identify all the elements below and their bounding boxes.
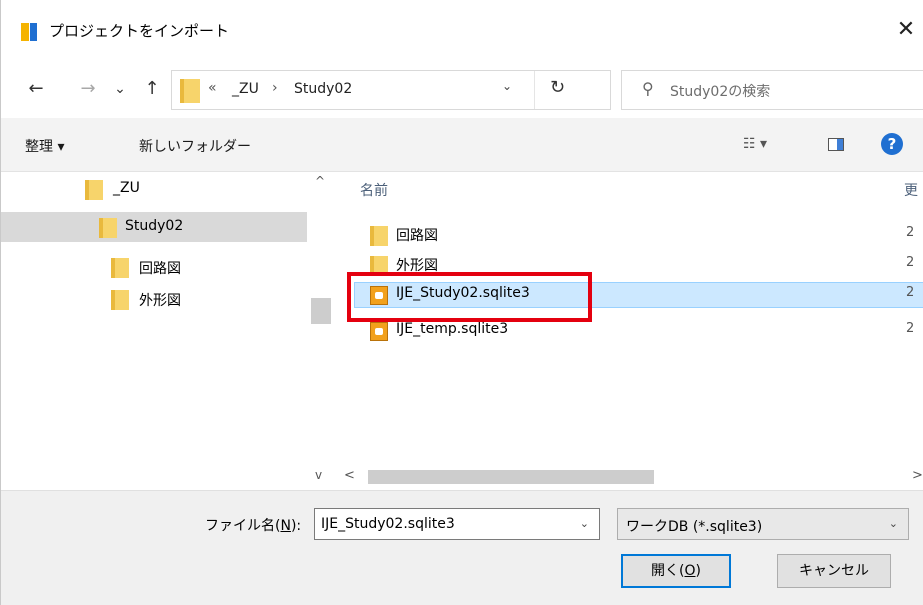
up-button[interactable]: ↑	[139, 76, 165, 102]
file-date: 2	[906, 285, 915, 300]
new-folder-button[interactable]: 新しいフォルダー	[139, 136, 251, 156]
file-date: 2	[906, 321, 915, 336]
file-row[interactable]: 回路図 2	[354, 222, 923, 248]
database-file-icon	[370, 322, 388, 341]
chevron-down-icon[interactable]: ⌄	[889, 517, 898, 530]
search-icon: ⚲	[642, 79, 654, 98]
title-bar: プロジェクトをインポート ✕	[1, 0, 923, 62]
tree-item-label: 外形図	[139, 293, 181, 309]
tree-item-outline[interactable]: 外形図	[1, 284, 307, 314]
navigation-pane: _ZU Study02 回路図 外形図 ^ v	[1, 172, 335, 490]
tree-item-label: Study02	[125, 218, 184, 234]
filetype-select[interactable]: ワークDB (*.sqlite3) ⌄	[617, 508, 909, 540]
folder-icon	[85, 180, 103, 200]
folder-icon	[111, 290, 129, 310]
file-date: 2	[906, 225, 915, 240]
horizontal-scrollbar[interactable]: < >	[336, 464, 923, 490]
tree-item-circuit[interactable]: 回路図	[1, 252, 307, 282]
filename-label: ファイル名(N):	[205, 518, 302, 534]
refresh-icon[interactable]: ↻	[550, 77, 565, 98]
breadcrumb-overflow[interactable]: «	[208, 80, 217, 96]
folder-icon	[99, 218, 117, 238]
close-button[interactable]: ✕	[892, 14, 920, 46]
file-name: IJE_temp.sqlite3	[396, 321, 509, 337]
scroll-right-icon[interactable]: >	[912, 468, 923, 483]
file-name: 回路図	[396, 228, 438, 244]
folder-icon	[180, 79, 200, 103]
tree-item-zu[interactable]: _ZU	[1, 174, 307, 204]
scroll-thumb[interactable]	[311, 298, 331, 324]
scroll-down-icon[interactable]: v	[315, 468, 322, 482]
help-icon[interactable]: ?	[881, 133, 903, 155]
address-bar[interactable]: « _ZU › Study02 ⌄ ↻	[171, 70, 611, 110]
folder-icon	[111, 258, 129, 278]
organize-menu[interactable]: 整理 ▾	[25, 136, 64, 156]
scroll-thumb[interactable]	[368, 470, 654, 484]
import-project-dialog: プロジェクトをインポート ✕ ← → ⌄ ↑ « _ZU › Study02 ⌄…	[0, 0, 923, 605]
view-options-icon[interactable]: ☷ ▾	[743, 136, 767, 152]
footer-panel: ファイル名(N): IJE_Study02.sqlite3 ⌄ ワークDB (*…	[1, 490, 923, 605]
tree-item-study02[interactable]: Study02	[1, 212, 307, 242]
scroll-left-icon[interactable]: <	[344, 468, 355, 483]
file-date: 2	[906, 255, 915, 270]
breadcrumb-study02[interactable]: Study02	[294, 81, 352, 97]
open-button[interactable]: 開く(O)	[621, 554, 731, 588]
forward-button[interactable]: →	[75, 76, 101, 102]
filename-input[interactable]: IJE_Study02.sqlite3 ⌄	[314, 508, 600, 540]
tree-item-label: 回路図	[139, 261, 181, 277]
column-header-name[interactable]: 名前	[360, 180, 388, 200]
back-button[interactable]: ←	[23, 76, 49, 102]
toolbar: 整理 ▾ 新しいフォルダー ☷ ▾ ?	[1, 118, 923, 172]
tree-item-label: _ZU	[113, 180, 140, 196]
cancel-button[interactable]: キャンセル	[777, 554, 891, 588]
annotation-highlight	[347, 272, 592, 322]
search-box[interactable]: ⚲ Study02の検索	[621, 70, 923, 110]
filetype-value: ワークDB (*.sqlite3)	[626, 519, 763, 535]
breadcrumb-zu[interactable]: _ZU	[232, 81, 259, 97]
column-header-date[interactable]: 更	[904, 180, 918, 200]
address-dropdown-icon[interactable]: ⌄	[502, 79, 512, 93]
window-title: プロジェクトをインポート	[49, 22, 230, 40]
folder-icon	[370, 226, 388, 246]
navigation-bar: ← → ⌄ ↑ « _ZU › Study02 ⌄ ↻ ⚲ Study02の検索	[1, 62, 923, 118]
divider	[534, 71, 535, 109]
chevron-down-icon[interactable]: ⌄	[580, 517, 589, 530]
search-placeholder: Study02の検索	[670, 84, 771, 100]
recent-locations-button[interactable]: ⌄	[107, 76, 133, 102]
filename-value: IJE_Study02.sqlite3	[321, 516, 455, 532]
preview-pane-icon[interactable]	[828, 138, 844, 151]
app-icon	[21, 23, 37, 41]
file-list: 名前 更 回路図 2 外形図 2 IJE_Study02.sqlite3 2 I…	[336, 172, 923, 490]
scroll-up-icon[interactable]: ^	[315, 174, 325, 188]
breadcrumb-separator[interactable]: ›	[272, 80, 278, 96]
nav-scrollbar[interactable]: ^ v	[307, 172, 335, 490]
